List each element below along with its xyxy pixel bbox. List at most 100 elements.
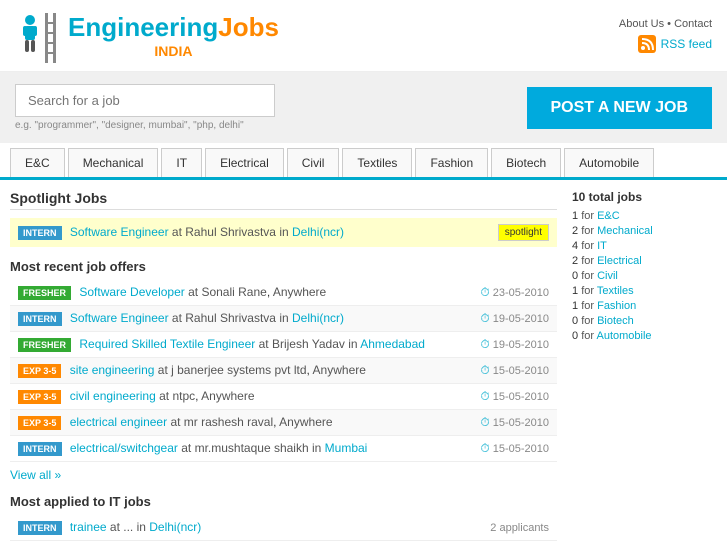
- rss-label: RSS feed: [661, 37, 712, 51]
- spotlight-location[interactable]: Delhi(ncr): [292, 225, 344, 239]
- table-row: INTERN electrical/switchgear at mr.musht…: [10, 436, 557, 462]
- job-location-6[interactable]: Mumbai: [325, 441, 368, 455]
- job-title-3[interactable]: site engineering: [70, 363, 155, 377]
- sidebar-item: 1 for Textiles: [572, 285, 717, 297]
- tab-automobile[interactable]: Automobile: [564, 148, 654, 177]
- spotlight-company: Rahul Shrivastva: [185, 225, 276, 239]
- header-right: About Us • Contact RSS feed: [619, 18, 712, 53]
- job-title-2[interactable]: Required Skilled Textile Engineer: [79, 337, 255, 351]
- sidebar-item: 0 for Automobile: [572, 330, 717, 342]
- clock-icon-0: ⏱: [480, 285, 489, 300]
- badge-4: EXP 3-5: [18, 390, 61, 404]
- spotlight-job-title[interactable]: Software Engineer: [70, 225, 169, 239]
- tab-electrical[interactable]: Electrical: [205, 148, 284, 177]
- table-row: INTERN Software Engineer at Rahul Shriva…: [10, 306, 557, 332]
- most-applied-section: Most applied to IT jobs INTERN trainee a…: [10, 494, 557, 541]
- sidebar-link-fashion[interactable]: Fashion: [597, 300, 636, 312]
- sidebar-link-textiles[interactable]: Textiles: [597, 285, 634, 297]
- job-row-left-0: FRESHER Software Developer at Sonali Ran…: [18, 285, 480, 300]
- recent-jobs-title: Most recent job offers: [10, 259, 557, 274]
- job-location-1[interactable]: Delhi(ncr): [292, 311, 344, 325]
- table-row: EXP 3-5 site engineering at j banerjee s…: [10, 358, 557, 384]
- applied-location-0[interactable]: Delhi(ncr): [149, 520, 201, 534]
- search-area: e.g. "programmer", "designer, mumbai", "…: [15, 84, 275, 131]
- tab-textiles[interactable]: Textiles: [342, 148, 412, 177]
- sidebar-link-ec[interactable]: E&C: [597, 210, 620, 222]
- job-date-5: ⏱15-05-2010: [480, 415, 549, 430]
- sidebar-link-electrical[interactable]: Electrical: [597, 255, 642, 267]
- sidebar-link-automobile[interactable]: Automobile: [596, 330, 651, 342]
- tab-mechanical[interactable]: Mechanical: [68, 148, 159, 177]
- job-title-1[interactable]: Software Engineer: [70, 311, 169, 325]
- job-location-4: Anywhere: [201, 389, 254, 403]
- tab-it[interactable]: IT: [161, 148, 202, 177]
- job-row-left-1: INTERN Software Engineer at Rahul Shriva…: [18, 311, 480, 326]
- sidebar-item: 0 for Civil: [572, 270, 717, 282]
- logo-area: EngineeringJobs INDIA: [15, 8, 279, 63]
- spotlight-section: Spotlight Jobs INTERN Software Engineer …: [10, 190, 557, 247]
- job-date-2: ⏱19-05-2010: [480, 337, 549, 352]
- applied-job-title-0[interactable]: trainee: [70, 520, 107, 534]
- logo-jobs: Jobs: [218, 12, 279, 42]
- view-all-link[interactable]: View all »: [10, 468, 557, 482]
- job-title-4[interactable]: civil engineering: [70, 389, 156, 403]
- tab-fashion[interactable]: Fashion: [415, 148, 488, 177]
- job-date-0: ⏱23-05-2010: [480, 285, 549, 300]
- clock-icon-4: ⏱: [480, 389, 489, 404]
- tab-civil[interactable]: Civil: [287, 148, 340, 177]
- post-job-button[interactable]: POST A NEW JOB: [527, 87, 713, 129]
- sidebar-item: 4 for IT: [572, 240, 717, 252]
- content-area: Spotlight Jobs INTERN Software Engineer …: [10, 190, 557, 541]
- tab-ec[interactable]: E&C: [10, 148, 65, 177]
- job-company-2: Brijesh Yadav: [272, 337, 345, 351]
- job-date-1: ⏱19-05-2010: [480, 311, 549, 326]
- job-location-0: Anywhere: [273, 285, 326, 299]
- spotlight-job: INTERN Software Engineer at Rahul Shriva…: [18, 225, 344, 240]
- sidebar-item: 2 for Mechanical: [572, 225, 717, 237]
- spotlight-label: spotlight: [498, 224, 549, 241]
- clock-icon-2: ⏱: [480, 337, 489, 352]
- table-row: FRESHER Required Skilled Textile Enginee…: [10, 332, 557, 358]
- job-location-5: Anywhere: [279, 415, 332, 429]
- job-row-left-3: EXP 3-5 site engineering at j banerjee s…: [18, 363, 480, 378]
- job-date-3: ⏱15-05-2010: [480, 363, 549, 378]
- applied-date-0: 2 applicants: [490, 522, 549, 534]
- job-row-left-6: INTERN electrical/switchgear at mr.musht…: [18, 441, 480, 456]
- most-applied-title: Most applied to IT jobs: [10, 494, 557, 509]
- search-hint: e.g. "programmer", "designer, mumbai", "…: [15, 120, 275, 131]
- job-date-4: ⏱15-05-2010: [480, 389, 549, 404]
- job-row-left-4: EXP 3-5 civil engineering at ntpc, Anywh…: [18, 389, 480, 404]
- job-company-6: mr.mushtaque shaikh: [195, 441, 309, 455]
- job-title-0[interactable]: Software Developer: [79, 285, 184, 299]
- sidebar-link-biotech[interactable]: Biotech: [597, 315, 634, 327]
- job-title-6[interactable]: electrical/switchgear: [70, 441, 178, 455]
- tab-biotech[interactable]: Biotech: [491, 148, 561, 177]
- badge-3: EXP 3-5: [18, 364, 61, 378]
- rss-area[interactable]: RSS feed: [619, 35, 712, 53]
- header: EngineeringJobs INDIA About Us • Contact…: [0, 0, 727, 72]
- logo-icon: [15, 8, 60, 63]
- table-row: FRESHER Software Developer at Sonali Ran…: [10, 280, 557, 306]
- job-title-5[interactable]: electrical engineer: [70, 415, 167, 429]
- spotlight-row: INTERN Software Engineer at Rahul Shriva…: [10, 218, 557, 247]
- spotlight-badge: INTERN: [18, 226, 62, 240]
- clock-icon-3: ⏱: [480, 363, 489, 378]
- clock-icon-5: ⏱: [480, 415, 489, 430]
- sidebar-item: 0 for Biotech: [572, 315, 717, 327]
- job-company-4: ntpc: [172, 389, 195, 403]
- job-date-6: ⏱15-05-2010: [480, 441, 549, 456]
- job-company-1: Rahul Shrivastva: [185, 311, 276, 325]
- sidebar-link-civil[interactable]: Civil: [597, 270, 618, 282]
- search-input[interactable]: [15, 84, 275, 117]
- sidebar-link-mechanical[interactable]: Mechanical: [597, 225, 653, 237]
- logo-text: EngineeringJobs INDIA: [68, 12, 279, 59]
- nav-links: About Us • Contact: [619, 18, 712, 30]
- badge-1: INTERN: [18, 312, 62, 326]
- badge-0: FRESHER: [18, 286, 71, 300]
- logo-india: INDIA: [68, 43, 279, 59]
- spotlight-title: Spotlight Jobs: [10, 190, 557, 210]
- sidebar-link-it[interactable]: IT: [597, 240, 607, 252]
- job-location-2[interactable]: Ahmedabad: [360, 337, 425, 351]
- sidebar-total: 10 total jobs: [572, 190, 717, 204]
- applied-badge-0: INTERN: [18, 521, 62, 535]
